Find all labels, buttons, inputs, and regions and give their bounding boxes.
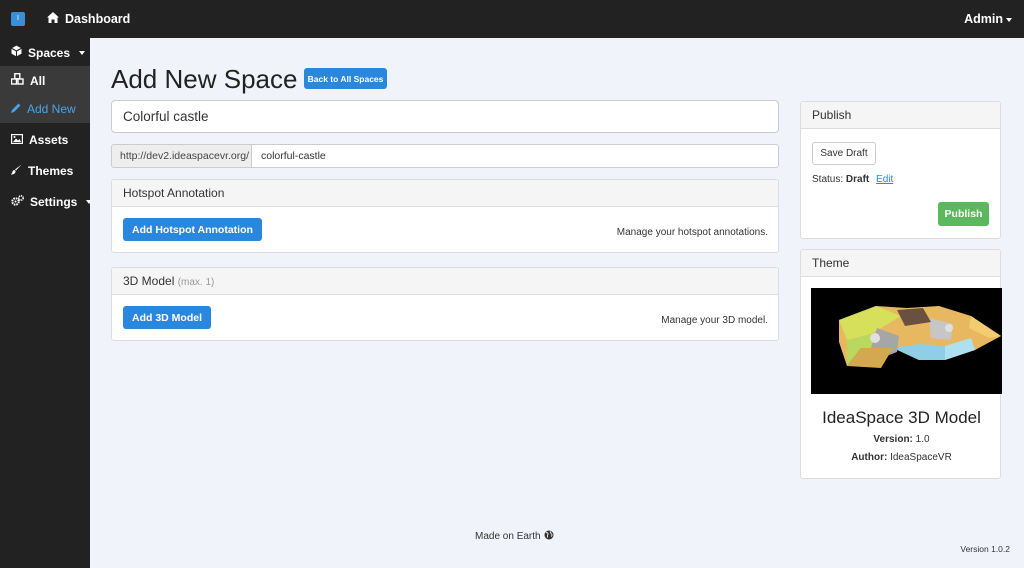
add-hotspot-annotation-button[interactable]: Add Hotspot Annotation [123, 218, 262, 241]
home-icon [47, 12, 59, 26]
max-count-note: (max. 1) [177, 277, 215, 288]
panel-heading: 3D Model (max. 1) [112, 268, 778, 295]
gears-icon [11, 194, 25, 209]
status-value: Draft [845, 174, 870, 185]
version-label: Version: [873, 434, 913, 445]
sidebar-item-all[interactable]: All [0, 66, 90, 95]
chevron-down-icon [79, 50, 86, 55]
url-field-group: http://dev2.ideaspacevr.org/ [111, 144, 779, 168]
sidebar-item-label: Spaces [28, 45, 71, 60]
theme-preview-image[interactable] [811, 288, 1002, 394]
page-title: Add New Space [111, 64, 298, 94]
pencil-icon [11, 102, 21, 116]
sidebar-item-label: All [30, 73, 46, 88]
url-prefix: http://dev2.ideaspacevr.org/ [111, 144, 251, 168]
author-value: IdeaSpaceVR [890, 452, 952, 463]
theme-panel: Theme IdeaSpace 3D Model Version: 1.0 Au… [800, 249, 1002, 479]
publish-panel: Publish Save Draft Status: Draft Edit Pu… [800, 101, 1001, 239]
publish-button[interactable]: Publish [938, 202, 989, 226]
app-version: Version 1.0.2 [960, 544, 1010, 554]
version-value: 1.0 [915, 434, 930, 445]
sidebar-item-add-new[interactable]: Add New [0, 94, 90, 123]
publish-status: Status: Draft Edit [812, 174, 893, 185]
theme-author: Author: IdeaSpaceVR [801, 452, 1002, 463]
cubes-icon [10, 72, 24, 88]
app-logo[interactable]: I [11, 12, 25, 26]
cube-icon [10, 44, 23, 60]
3d-model-panel: 3D Model (max. 1) Add 3D Model Manage yo… [111, 267, 779, 341]
panel-heading: Publish [801, 102, 1000, 129]
edit-status-link[interactable]: Edit [876, 174, 893, 185]
hotspot-annotation-panel: Hotspot Annotation Add Hotspot Annotatio… [111, 179, 779, 253]
sidebar-item-label: Assets [29, 132, 69, 147]
admin-menu[interactable]: Admin [964, 12, 1012, 26]
dashboard-label: Dashboard [65, 12, 131, 26]
url-slug-input[interactable] [251, 144, 779, 168]
panel-heading: Hotspot Annotation [112, 180, 778, 207]
status-label: Status: [812, 174, 844, 185]
chevron-down-icon [1006, 17, 1012, 22]
sidebar-item-label: Themes [28, 163, 74, 178]
sidebar-item-label: Settings [30, 194, 78, 209]
hotspot-note: Manage your hotspot annotations. [616, 227, 768, 238]
made-on-earth-label: Made on Earth [475, 531, 541, 542]
author-label: Author: [851, 452, 888, 463]
footer-made-on-earth: Made on Earth [475, 530, 554, 543]
panel-heading-label: 3D Model [123, 274, 175, 288]
main-content: Add New Space Back to All Spaces http://… [90, 38, 1024, 568]
top-navbar: I Dashboard Admin [0, 0, 1024, 38]
sidebar-item-themes[interactable]: Themes [0, 156, 90, 185]
sidebar: Spaces All Add New Assets Themes Setting… [0, 38, 93, 568]
add-3d-model-button[interactable]: Add 3D Model [123, 306, 211, 329]
admin-label: Admin [964, 12, 1003, 26]
brush-icon [11, 164, 22, 178]
sidebar-item-label: Add New [27, 101, 76, 116]
space-title-input[interactable] [111, 100, 779, 133]
sidebar-item-settings[interactable]: Settings [0, 187, 93, 216]
sidebar-item-spaces[interactable]: Spaces [0, 38, 90, 67]
dashboard-link[interactable]: Dashboard [47, 12, 130, 26]
globe-icon [544, 530, 554, 543]
sidebar-item-assets[interactable]: Assets [0, 125, 90, 154]
3d-model-note: Manage your 3D model. [661, 315, 768, 326]
back-to-all-spaces-button[interactable]: Back to All Spaces [304, 68, 387, 89]
theme-version: Version: 1.0 [801, 434, 1002, 445]
image-icon [11, 133, 24, 147]
panel-heading: Theme [801, 250, 1000, 277]
theme-name: IdeaSpace 3D Model [822, 408, 981, 427]
save-draft-button[interactable]: Save Draft [812, 142, 876, 165]
